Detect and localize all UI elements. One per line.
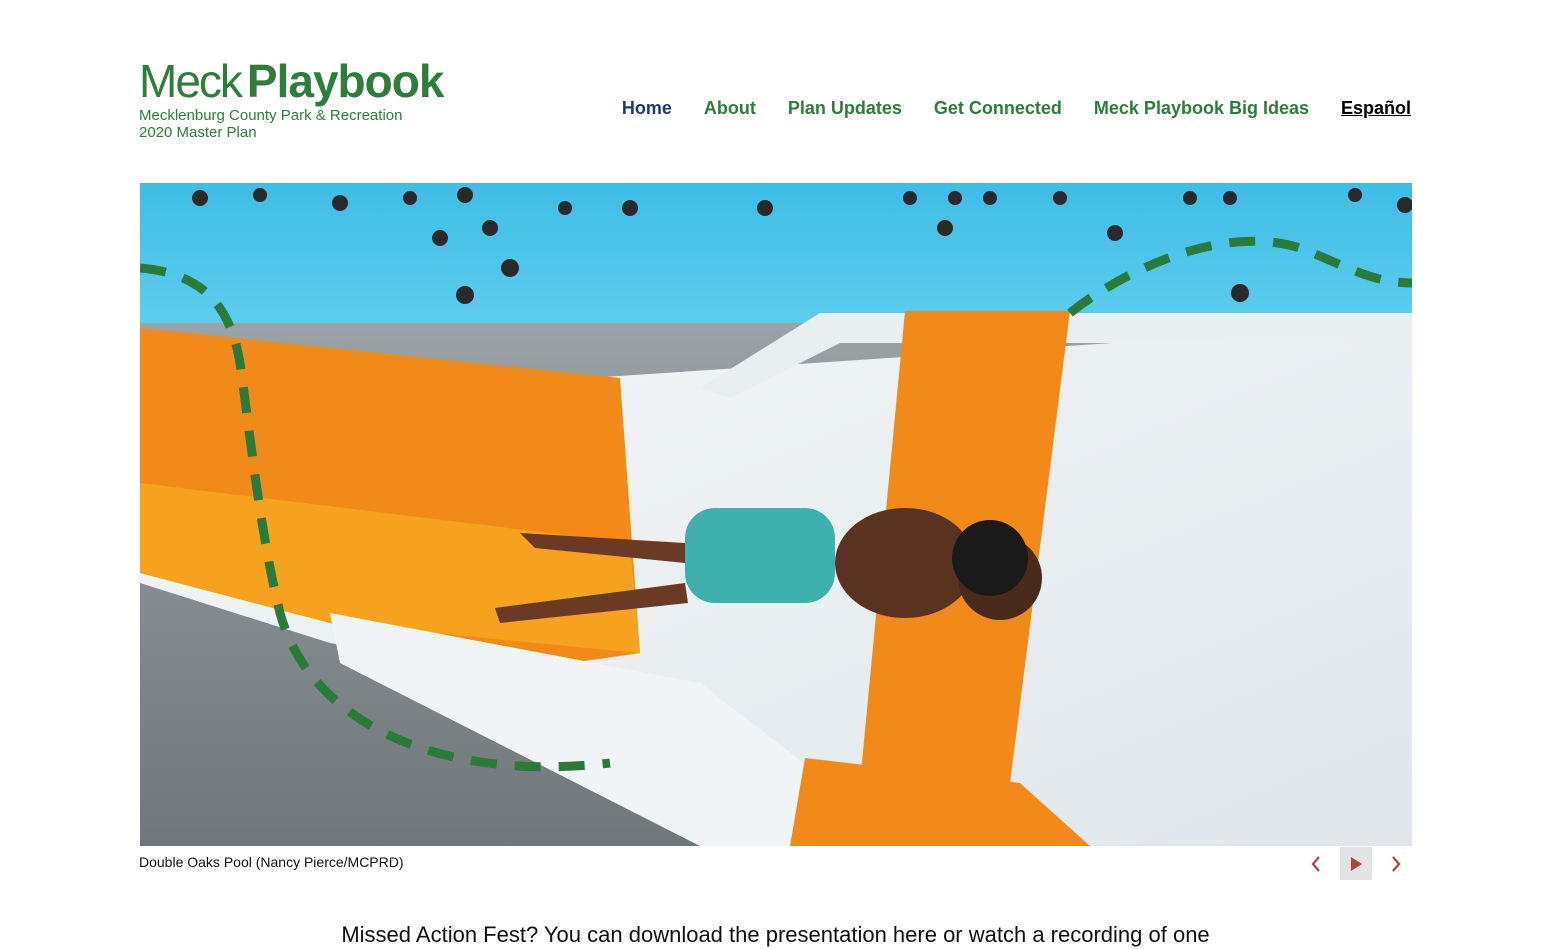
- logo-subtitle-line1: Mecklenburg County Park & Recreation: [139, 107, 403, 124]
- site-logo[interactable]: Meck Playbook Mecklenburg County Park & …: [139, 58, 469, 148]
- pool-slide-illustration: [140, 183, 1412, 846]
- logo-word-bold: Playbook: [246, 55, 445, 107]
- page: Meck Playbook Mecklenburg County Park & …: [0, 0, 1551, 949]
- nav-big-ideas[interactable]: Meck Playbook Big Ideas: [1094, 98, 1309, 119]
- play-icon: [1351, 856, 1362, 871]
- main-nav: Home About Plan Updates Get Connected Me…: [622, 98, 1411, 119]
- previous-slide-button[interactable]: [1300, 847, 1332, 880]
- slide-caption: Double Oaks Pool (Nancy Pierce/MCPRD): [139, 854, 404, 870]
- play-slideshow-button[interactable]: [1340, 847, 1372, 880]
- hero-slide-image[interactable]: [140, 183, 1412, 846]
- intro-paragraph: Missed Action Fest? You can download the…: [341, 922, 1210, 947]
- logo-wordmark: Meck Playbook: [139, 58, 469, 104]
- chevron-left-icon: [1311, 855, 1320, 872]
- logo-subtitle-line2: 2020 Master Plan: [139, 124, 257, 141]
- nav-language-espanol[interactable]: Español: [1341, 98, 1411, 119]
- next-slide-button[interactable]: [1380, 847, 1412, 880]
- nav-about[interactable]: About: [704, 98, 756, 119]
- logo-word-light: Meck: [139, 55, 243, 107]
- slideshow-controls: [1300, 847, 1412, 880]
- nav-plan-updates[interactable]: Plan Updates: [788, 98, 902, 119]
- chevron-right-icon: [1392, 855, 1401, 872]
- nav-home[interactable]: Home: [622, 98, 672, 119]
- nav-get-connected[interactable]: Get Connected: [934, 98, 1062, 119]
